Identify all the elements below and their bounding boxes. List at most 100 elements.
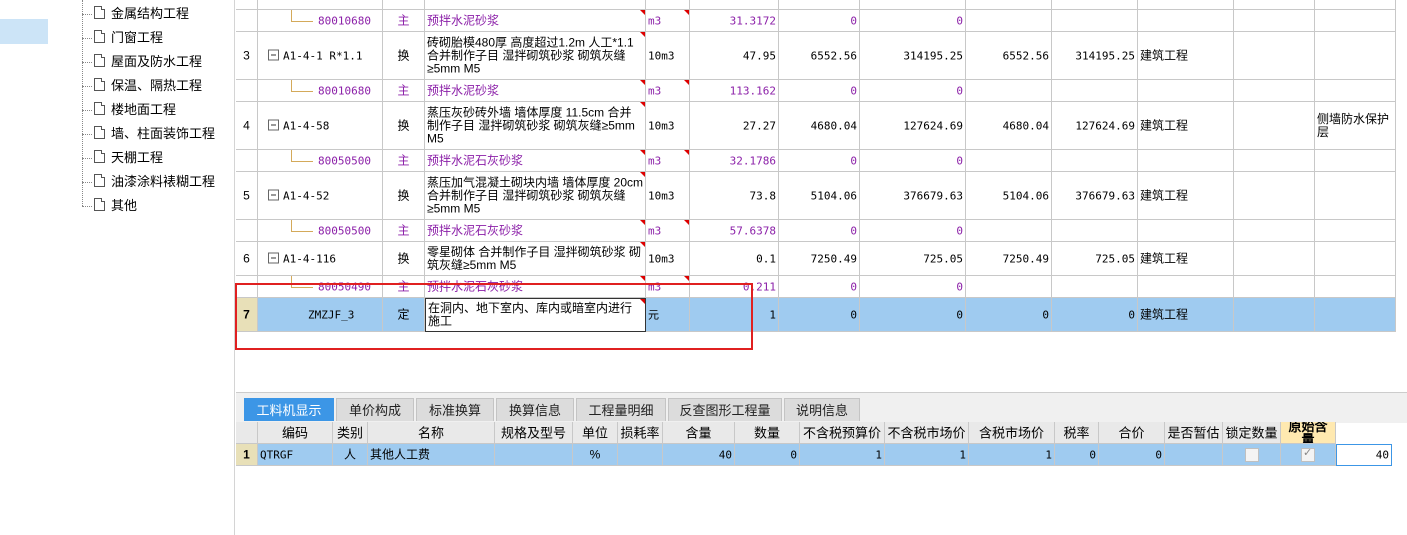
cell-qty[interactable]: 57.6378 — [690, 220, 779, 242]
material-cell[interactable]: 1 — [885, 444, 969, 466]
item-row[interactable]: 5 A1-4-52 换 蒸压加气混凝土砌块内墙 墙体厚度 20cm 合并制作子目 湿拌… — [236, 172, 1396, 220]
material-cell[interactable]: 其他人工费 — [368, 444, 495, 466]
sub-item-row[interactable]: 80050500 主 预拌水泥石灰砂浆 m3 32.1786 0 0 — [236, 150, 1396, 172]
column-header[interactable]: 税率 — [1055, 422, 1099, 444]
cell-qty[interactable]: 27.27 — [690, 102, 779, 150]
tab-2[interactable]: 标准换算 — [416, 398, 494, 421]
cell-name[interactable]: 预拌水泥石灰砂浆 — [425, 150, 646, 172]
column-header[interactable]: 单位 — [573, 422, 618, 444]
cell-value: 57.6378 — [729, 224, 776, 237]
tree-item-label: 楼地面工程 — [111, 102, 177, 117]
tree-item-label: 天棚工程 — [111, 150, 164, 165]
material-cell[interactable]: % — [573, 444, 618, 466]
material-cell[interactable]: 1 — [969, 444, 1055, 466]
column-header[interactable]: 锁定数量 — [1223, 422, 1281, 444]
material-cell[interactable]: 人 — [333, 444, 368, 466]
material-cell[interactable] — [618, 444, 663, 466]
tab-6[interactable]: 说明信息 — [784, 398, 860, 421]
column-header[interactable]: 编码 — [258, 422, 333, 444]
cell-text: 换 — [385, 189, 422, 202]
tab-5[interactable]: 反查图形工程量 — [668, 398, 782, 421]
collapse-icon[interactable] — [268, 49, 279, 60]
column-header[interactable]: 数量 — [735, 422, 800, 444]
column-header[interactable]: 含税市场价 — [969, 422, 1055, 444]
cell-value: 0 — [956, 84, 963, 97]
cell-code[interactable]: 80010680 — [258, 80, 383, 102]
cell-qty[interactable]: 47.95 — [690, 32, 779, 80]
tree-item[interactable]: 油漆涂料裱糊工程 — [94, 172, 215, 192]
collapse-icon[interactable] — [268, 252, 279, 263]
item-row[interactable]: 3 A1-4-1 R*1.1 换 砖砌胎模480厚 高度超过1.2m 人工*1.1 合… — [236, 32, 1396, 80]
cell-text: 6552.56 — [781, 49, 857, 62]
cell-code[interactable]: A1-4-58 — [258, 102, 383, 150]
cell-name[interactable]: 蒸压灰砂砖外墙 墙体厚度 11.5cm 合并制作子目 湿拌砌筑砂浆 砌筑灰缝≥5… — [425, 102, 646, 150]
tree-item[interactable]: 楼地面工程 — [94, 100, 176, 120]
tab-0[interactable]: 工料机显示 — [244, 398, 334, 421]
cell-x1 — [1234, 32, 1315, 80]
column-header[interactable]: 名称 — [368, 422, 495, 444]
sub-item-row[interactable]: 80050500 主 预拌水泥石灰砂浆 m3 57.6378 0 0 — [236, 220, 1396, 242]
cell-qty[interactable]: 31.3172 — [690, 10, 779, 32]
column-header[interactable]: 原始含量 — [1281, 422, 1336, 444]
material-cell[interactable] — [1281, 444, 1336, 466]
column-header[interactable]: 含量 — [663, 422, 735, 444]
collapse-icon[interactable] — [268, 119, 279, 130]
material-cell[interactable] — [495, 444, 573, 466]
material-cell[interactable] — [1223, 444, 1281, 466]
tab-1[interactable]: 单价构成 — [336, 398, 414, 421]
material-cell[interactable]: QTRGF — [258, 444, 333, 466]
tree-item[interactable]: 金属结构工程 — [94, 4, 189, 24]
cell-value: 4680.04 — [1002, 119, 1049, 132]
cell-p1: 0 — [779, 276, 860, 298]
cell-name[interactable]: 砖砌胎模480厚 高度超过1.2m 人工*1.1 合并制作子目 湿拌砌筑砂浆 砌… — [425, 32, 646, 80]
cell-name[interactable]: 蒸压加气混凝土砌块内墙 墙体厚度 20cm 合并制作子目 湿拌砌筑砂浆 砌筑灰缝… — [425, 172, 646, 220]
column-header[interactable]: 合价 — [1099, 422, 1165, 444]
cell-text: 建筑工程 — [1140, 49, 1231, 62]
material-cell[interactable]: 40 — [1336, 444, 1392, 466]
material-cell[interactable]: 0 — [735, 444, 800, 466]
item-row[interactable]: 4 A1-4-58 换 蒸压灰砂砖外墙 墙体厚度 11.5cm 合并制作子目 湿拌砌筑… — [236, 102, 1396, 150]
cell-code[interactable]: 80010680 — [258, 10, 383, 32]
tree-item[interactable]: 其他 — [94, 196, 137, 216]
cell-code[interactable]: 80050500 — [258, 220, 383, 242]
column-header[interactable]: 损耗率 — [618, 422, 663, 444]
item-row[interactable]: 6 A1-4-116 换 零星砌体 合并制作子目 湿拌砌筑砂浆 砌筑灰缝≥5mm M5… — [236, 242, 1396, 276]
tree-item[interactable]: 门窗工程 — [94, 28, 163, 48]
column-header[interactable]: 不含税市场价 — [885, 422, 969, 444]
cell-qty[interactable]: 113.162 — [690, 80, 779, 102]
column-header[interactable]: 不含税预算价 — [800, 422, 885, 444]
cell-qty[interactable]: 73.8 — [690, 172, 779, 220]
cell-code[interactable]: A1-4-116 — [258, 242, 383, 276]
cell-t1: 0 — [860, 150, 966, 172]
material-cell[interactable]: 1 — [800, 444, 885, 466]
tree-item[interactable]: 保温、隔热工程 — [94, 76, 202, 96]
tree-item[interactable]: 墙、柱面装饰工程 — [94, 124, 215, 144]
cell-code[interactable]: A1-4-1 R*1.1 — [258, 32, 383, 80]
priced-checkbox[interactable] — [1301, 446, 1315, 462]
cell-name[interactable]: 预拌水泥砂浆 — [425, 80, 646, 102]
material-cell[interactable]: 1 — [236, 444, 258, 466]
tree-item[interactable]: 屋面及防水工程 — [94, 52, 202, 72]
column-header[interactable]: 规格及型号 — [495, 422, 573, 444]
tab-3[interactable]: 换算信息 — [496, 398, 574, 421]
sub-item-row[interactable]: 80010680 主 预拌水泥砂浆 m3 31.3172 0 0 — [236, 10, 1396, 32]
cell-name[interactable]: 零星砌体 合并制作子目 湿拌砌筑砂浆 砌筑灰缝≥5mm M5 — [425, 242, 646, 276]
material-cell[interactable]: 40 — [663, 444, 735, 466]
sub-item-row[interactable]: 80010680 主 预拌水泥砂浆 m3 113.162 0 0 — [236, 80, 1396, 102]
column-header[interactable]: 是否暂估 — [1165, 422, 1223, 444]
cell-code[interactable]: A1-4-52 — [258, 172, 383, 220]
material-row[interactable]: 1 QTRGF 人其他人工费% 40 0 1 1 1 0 0 40 — [236, 444, 1396, 466]
tree-item[interactable]: 天棚工程 — [94, 148, 163, 168]
lock-quantity-checkbox[interactable] — [1244, 447, 1259, 462]
cell-name[interactable]: 预拌水泥砂浆 — [425, 10, 646, 32]
collapse-icon[interactable] — [268, 189, 279, 200]
cell-code[interactable]: 80050500 — [258, 150, 383, 172]
material-cell[interactable] — [1165, 444, 1223, 466]
tab-4[interactable]: 工程量明细 — [576, 398, 666, 421]
cell-qty[interactable]: 32.1786 — [690, 150, 779, 172]
cell-name[interactable]: 预拌水泥石灰砂浆 — [425, 220, 646, 242]
cell-qty[interactable]: 0.1 — [690, 242, 779, 276]
material-cell[interactable]: 0 — [1099, 444, 1165, 466]
column-header[interactable]: 类别 — [333, 422, 368, 444]
material-cell[interactable]: 0 — [1055, 444, 1099, 466]
